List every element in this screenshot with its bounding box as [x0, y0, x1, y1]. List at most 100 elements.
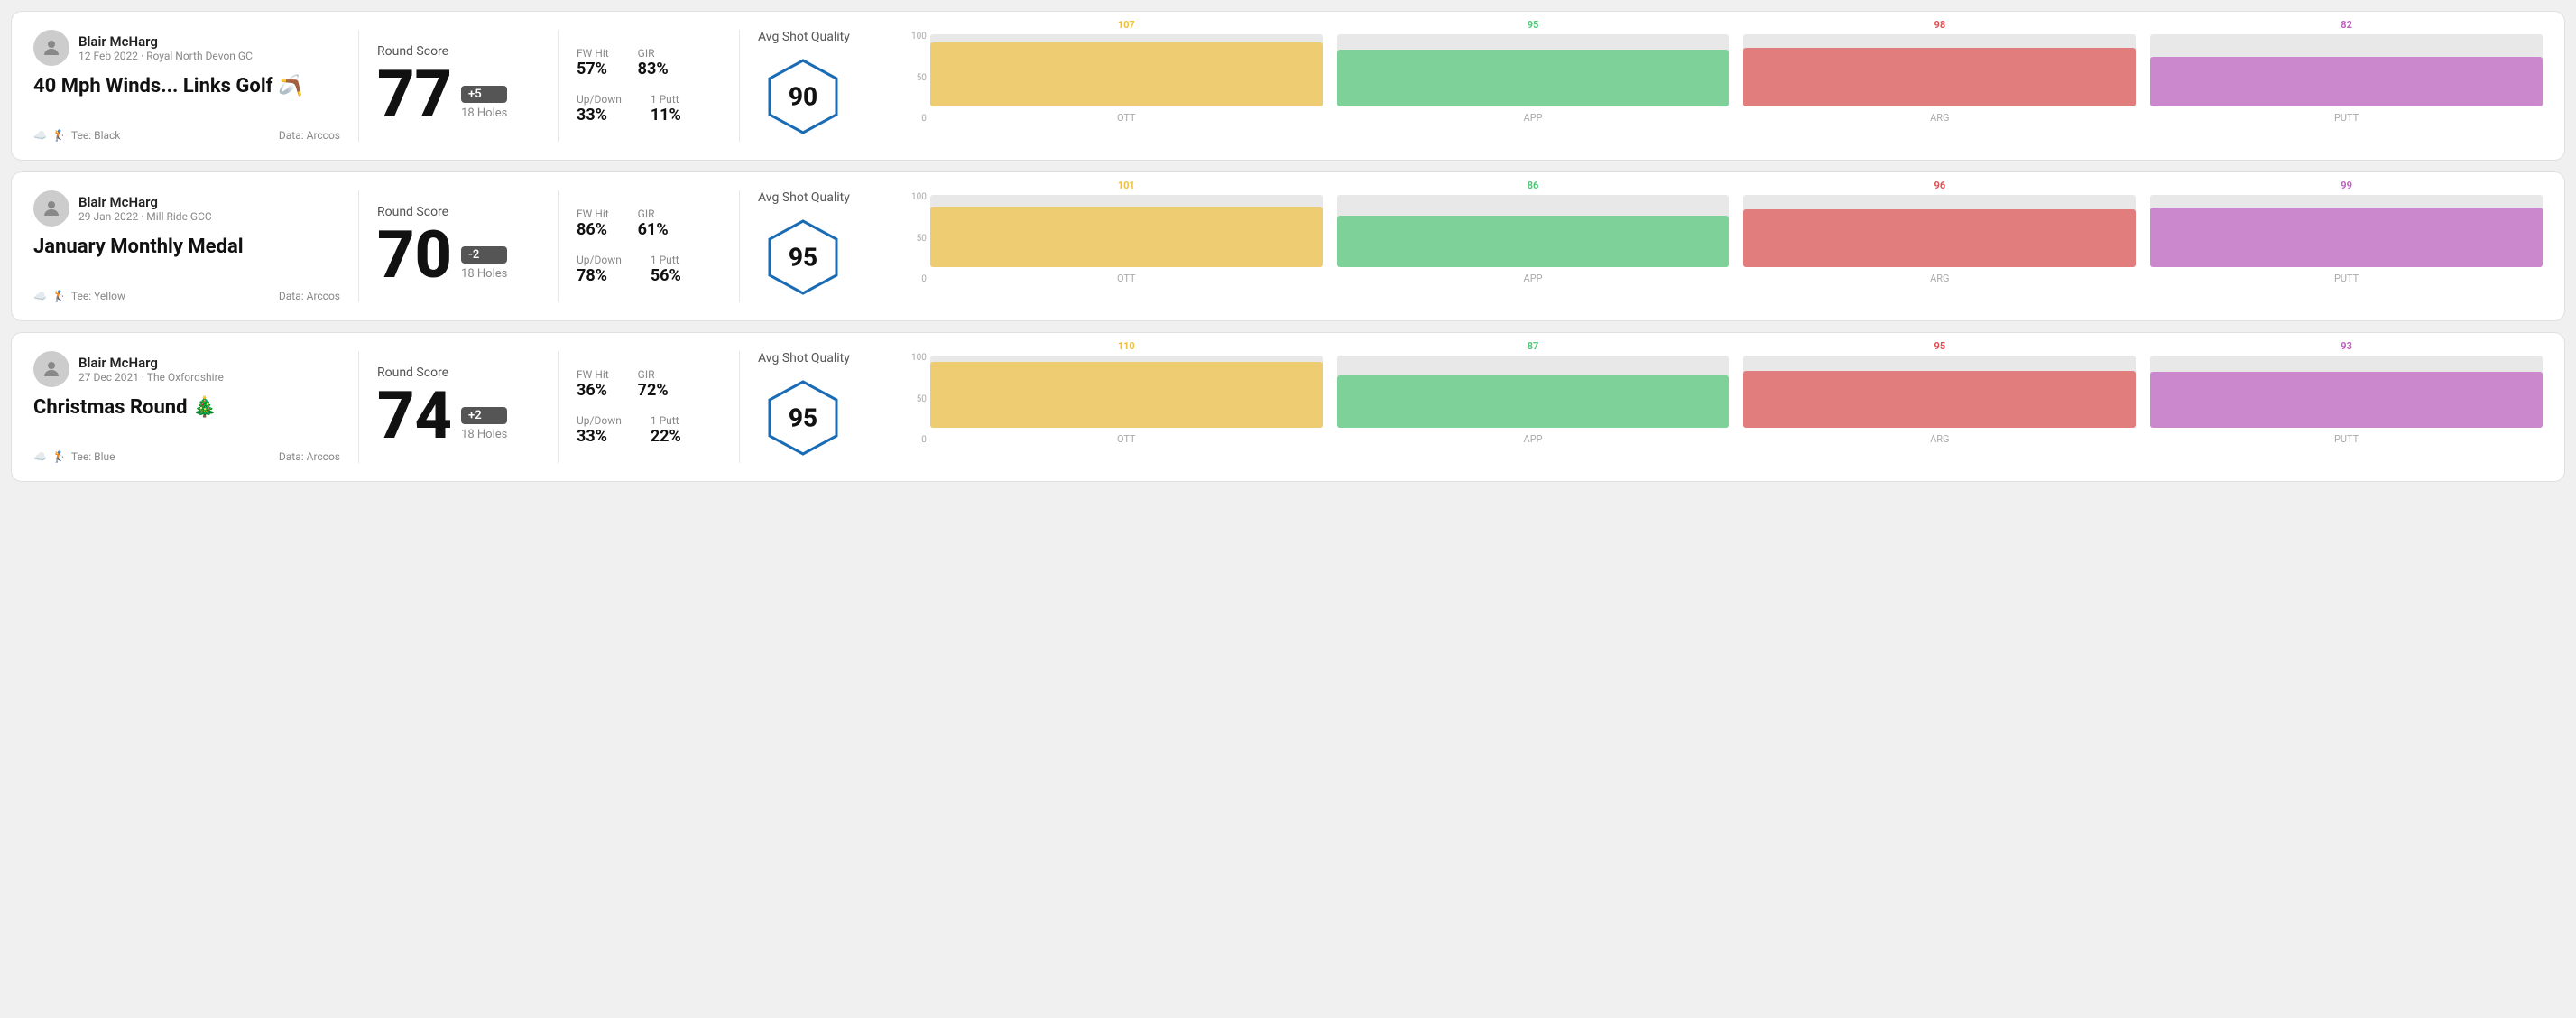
updown-label-2: Up/Down — [577, 254, 622, 266]
stats-row-top-3: FW Hit 36% GIR 72% — [577, 368, 721, 400]
score-section-1: Round Score 77 +5 18 Holes — [377, 30, 540, 142]
bar-container-app — [1337, 356, 1730, 428]
y-axis-50: 50 — [911, 234, 927, 244]
player-info-1: Blair McHarg 12 Feb 2022 · Royal North D… — [33, 30, 340, 66]
bar-value-arg: 98 — [1934, 19, 1946, 31]
player-date-3: 27 Dec 2021 · The Oxfordshire — [78, 371, 224, 384]
chart-section-3: 100 50 0 110 OTT 87 APP 95 ARG 93 — [893, 351, 2543, 463]
bar-group-putt: 93 PUTT — [2150, 340, 2543, 445]
score-badge-2: -2 — [461, 246, 507, 264]
bar-group-ott: 101 OTT — [930, 180, 1323, 284]
bar-fill-ott — [930, 42, 1323, 106]
bar-group-arg: 98 ARG — [1743, 19, 2136, 124]
updown-label-1: Up/Down — [577, 93, 622, 106]
score-holes-2: 18 Holes — [461, 267, 507, 281]
updown-stat-1: Up/Down 33% — [577, 93, 622, 125]
quality-label-3: Avg Shot Quality — [758, 351, 850, 366]
y-axis-50: 50 — [911, 394, 927, 404]
bar-fill-putt — [2150, 57, 2543, 106]
bar-label-putt: PUTT — [2334, 112, 2359, 124]
bar-label-ott: OTT — [1117, 433, 1136, 445]
gir-stat-3: GIR 72% — [638, 368, 669, 400]
y-axis-0: 0 — [911, 274, 927, 284]
fw-hit-label-1: FW Hit — [577, 47, 609, 60]
bar-fill-arg — [1743, 48, 2136, 106]
bar-label-arg: ARG — [1930, 273, 1949, 284]
score-badge-wrap-2: -2 18 Holes — [461, 246, 507, 288]
updown-stat-2: Up/Down 78% — [577, 254, 622, 285]
avatar-1 — [33, 30, 69, 66]
bar-value-app: 87 — [1528, 340, 1539, 352]
bar-fill-arg — [1743, 371, 2136, 428]
score-main-3: 74 +2 18 Holes — [377, 384, 540, 449]
divider-2-1 — [558, 30, 559, 142]
avatar-3 — [33, 351, 69, 387]
bar-group-arg: 96 ARG — [1743, 180, 2136, 284]
bar-container-app — [1337, 34, 1730, 106]
bar-fill-putt — [2150, 372, 2543, 428]
hex-number-2: 95 — [789, 243, 817, 273]
bar-group-putt: 99 PUTT — [2150, 180, 2543, 284]
bar-fill-app — [1337, 375, 1730, 428]
gir-value-2: 61% — [638, 220, 669, 239]
left-section-3: Blair McHarg 27 Dec 2021 · The Oxfordshi… — [33, 351, 340, 463]
updown-value-2: 78% — [577, 266, 622, 285]
updown-value-3: 33% — [577, 427, 622, 446]
y-axis-0: 0 — [911, 114, 927, 124]
score-main-1: 77 +5 18 Holes — [377, 62, 540, 127]
avatar-2 — [33, 190, 69, 227]
bar-value-putt: 99 — [2341, 180, 2352, 191]
hex-number-3: 95 — [789, 403, 817, 433]
tee-row-2: ☁️ 🏌 Tee: Yellow Data: Arccos — [33, 290, 340, 302]
round-title-1: 40 Mph Winds... Links Golf 🪃 — [33, 75, 340, 97]
score-badge-wrap-3: +2 18 Holes — [461, 407, 507, 449]
bar-container-putt — [2150, 356, 2543, 428]
bar-label-putt: PUTT — [2334, 273, 2359, 284]
stats-row-top-1: FW Hit 57% GIR 83% — [577, 47, 721, 79]
bar-group-ott: 107 OTT — [930, 19, 1323, 124]
stats-section-2: FW Hit 86% GIR 61% Up/Down 78% 1 Putt 56… — [577, 190, 721, 302]
bar-group-app: 95 APP — [1337, 19, 1730, 124]
bar-container-app — [1337, 195, 1730, 267]
bar-group-app: 86 APP — [1337, 180, 1730, 284]
oneputt-value-3: 22% — [651, 427, 681, 446]
score-number-3: 74 — [377, 384, 452, 449]
oneputt-label-2: 1 Putt — [651, 254, 681, 266]
quality-section-3: Avg Shot Quality 95 — [758, 351, 893, 463]
hexagon-wrap-1: 90 — [758, 51, 848, 142]
bag-icon-2: 🏌 — [52, 290, 66, 302]
bar-value-arg: 96 — [1934, 180, 1946, 191]
divider-1-3 — [358, 351, 359, 463]
bar-container-arg — [1743, 356, 2136, 428]
hexagon-wrap-3: 95 — [758, 373, 848, 463]
bar-value-app: 95 — [1528, 19, 1539, 31]
bar-fill-ott — [930, 362, 1323, 428]
bar-value-ott: 107 — [1118, 19, 1135, 31]
quality-section-1: Avg Shot Quality 90 — [758, 30, 893, 142]
cloud-icon-1: ☁️ — [33, 129, 47, 142]
score-number-2: 70 — [377, 223, 452, 288]
data-source-1: Data: Arccos — [279, 129, 340, 142]
left-section-2: Blair McHarg 29 Jan 2022 · Mill Ride GCC… — [33, 190, 340, 302]
bar-label-putt: PUTT — [2334, 433, 2359, 445]
fw-hit-label-2: FW Hit — [577, 208, 609, 220]
tee-info-2: ☁️ 🏌 Tee: Yellow — [33, 290, 125, 302]
stats-row-bottom-2: Up/Down 78% 1 Putt 56% — [577, 254, 721, 285]
round-card-2: Blair McHarg 29 Jan 2022 · Mill Ride GCC… — [11, 171, 2565, 321]
bar-container-putt — [2150, 34, 2543, 106]
oneputt-stat-3: 1 Putt 22% — [651, 414, 681, 446]
bag-icon-1: 🏌 — [52, 129, 66, 142]
bar-group-putt: 82 PUTT — [2150, 19, 2543, 124]
bar-label-app: APP — [1524, 273, 1543, 284]
bag-icon-3: 🏌 — [52, 450, 66, 463]
data-source-2: Data: Arccos — [279, 290, 340, 302]
stats-row-bottom-3: Up/Down 33% 1 Putt 22% — [577, 414, 721, 446]
y-axis-0: 0 — [911, 435, 927, 445]
fw-hit-label-3: FW Hit — [577, 368, 609, 381]
score-section-2: Round Score 70 -2 18 Holes — [377, 190, 540, 302]
cloud-icon-2: ☁️ — [33, 290, 47, 302]
fw-hit-stat-1: FW Hit 57% — [577, 47, 609, 79]
bar-container-arg — [1743, 195, 2136, 267]
data-source-3: Data: Arccos — [279, 450, 340, 463]
score-section-3: Round Score 74 +2 18 Holes — [377, 351, 540, 463]
